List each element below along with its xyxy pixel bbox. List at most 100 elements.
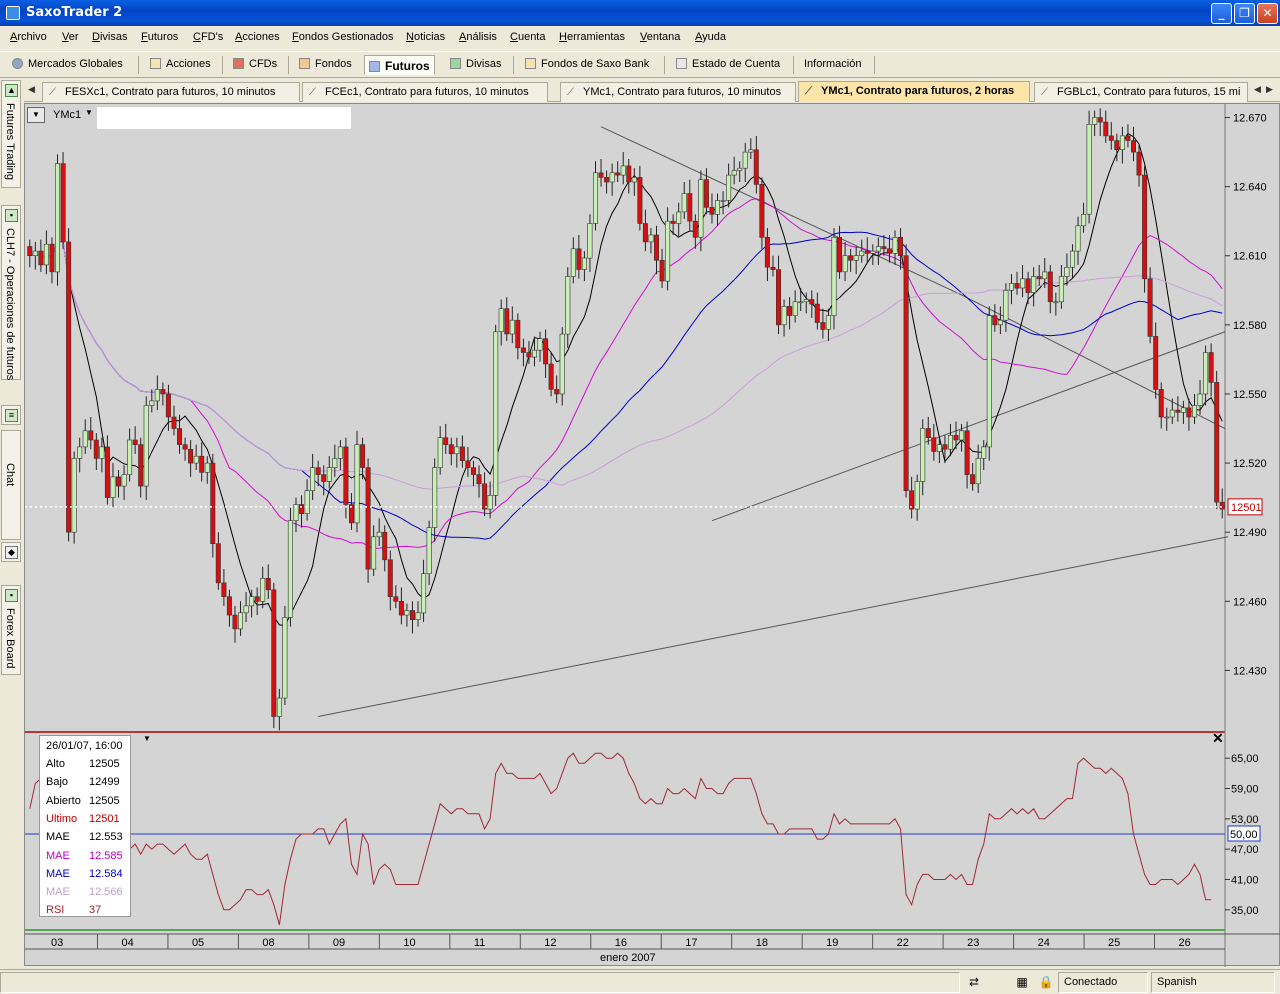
- menu-fondos-gestionados[interactable]: Fondos Gestionados: [292, 31, 394, 43]
- forex-icon: [450, 58, 461, 69]
- toolbar-futuros[interactable]: Futuros: [364, 55, 435, 75]
- candle-body: [798, 301, 804, 304]
- candle-body: [315, 467, 321, 475]
- rsi-tick-label: 35,00: [1231, 905, 1259, 917]
- candle-body: [1014, 283, 1020, 289]
- toolbar-separator: [513, 56, 514, 74]
- window-title: SaxoTrader 2: [26, 5, 123, 20]
- funds-icon: [299, 58, 310, 69]
- menu-cuenta[interactable]: Cuenta: [510, 31, 545, 43]
- menu-futuros[interactable]: Futuros: [141, 31, 178, 43]
- rsi-tick-label: 53,00: [1231, 814, 1259, 826]
- toolbar-fondos-saxo[interactable]: Fondos de Saxo Bank: [521, 55, 653, 75]
- toolbar-fondos[interactable]: Fondos: [295, 55, 356, 75]
- candle-body: [271, 589, 277, 717]
- rsi-tick-label: 59,00: [1231, 784, 1259, 796]
- candle-body: [387, 559, 393, 597]
- x-day-label: 26: [1179, 937, 1191, 949]
- tab-scroll-left-icon[interactable]: ◀: [1252, 84, 1263, 97]
- toolbar-estado-cuenta[interactable]: Estado de Cuenta: [672, 55, 784, 75]
- candle-body: [459, 446, 465, 461]
- toolbar-acciones[interactable]: Acciones: [146, 55, 215, 75]
- menu-analisis[interactable]: Análisis: [459, 31, 497, 43]
- candle-body: [881, 246, 887, 250]
- toolbar-separator: [664, 56, 665, 74]
- tab-scroll-right-icon[interactable]: ▶: [1264, 84, 1275, 97]
- candle-body: [393, 596, 399, 602]
- tab-fcec1[interactable]: ⟋ FCEc1, Contrato para futuros, 10 minuto…: [302, 82, 548, 102]
- candle-body: [970, 474, 976, 485]
- menu-cfds[interactable]: CFD's: [193, 31, 223, 43]
- dock-forex-board[interactable]: ▪ Forex Board: [1, 585, 21, 675]
- tab-ymc1-2h[interactable]: ⟋ YMc1, Contrato para futuros, 2 horas: [798, 81, 1030, 102]
- symbol-dropdown-icon[interactable]: ▼: [85, 108, 93, 117]
- close-indicator-icon[interactable]: ✕: [1212, 730, 1224, 747]
- data-window-row: Ultimo 12501: [46, 813, 130, 831]
- data-window-dropdown-icon[interactable]: ▼: [143, 734, 151, 743]
- tab-scroll-left-icon[interactable]: ◀: [26, 84, 37, 97]
- candle-body: [709, 207, 715, 215]
- chart-menu-button[interactable]: ▼: [27, 107, 45, 123]
- book-icon: ◆: [5, 546, 18, 559]
- toolbar-separator: [793, 56, 794, 74]
- data-window-value: 12.553: [89, 831, 123, 844]
- candle-body: [531, 349, 537, 358]
- candle-body: [254, 596, 260, 602]
- candle-body: [626, 165, 632, 183]
- toolbar-informacion[interactable]: Información: [800, 55, 865, 75]
- menu-divisas[interactable]: Divisas: [92, 31, 127, 43]
- minimize-button[interactable]: _: [1211, 3, 1232, 24]
- candle-body: [1036, 276, 1042, 280]
- toolbar-separator: [874, 56, 875, 74]
- toolbar-divisas[interactable]: Divisas: [446, 55, 505, 75]
- dock-label: Futures Trading: [4, 103, 16, 181]
- chart-panel[interactable]: 12501 12.670 12.640 12.610 12.580 12.550 12.52…: [24, 103, 1280, 967]
- data-window-row: MAE 12.585: [46, 850, 130, 868]
- tab-fesxc1[interactable]: ⟋ FESXc1, Contrato para futuros, 10 minut…: [42, 82, 300, 102]
- menu-acciones[interactable]: Acciones: [235, 31, 280, 43]
- dock-tools[interactable]: ≡: [1, 405, 21, 425]
- dock-chat[interactable]: Chat: [1, 430, 21, 540]
- title-bar: SaxoTrader 2 _ ❐ ✕: [0, 0, 1280, 26]
- candle-body: [1031, 276, 1037, 293]
- candle-body: [99, 446, 105, 459]
- dock-book[interactable]: ◆: [1, 542, 21, 562]
- close-button[interactable]: ✕: [1257, 3, 1278, 24]
- x-day-label: 16: [615, 937, 627, 949]
- candle-body: [1081, 214, 1087, 227]
- candle-body: [437, 437, 443, 468]
- dock-label: Forex Board: [4, 608, 16, 669]
- menu-archivo[interactable]: Archivo: [10, 31, 47, 43]
- candle-body: [476, 474, 482, 485]
- candle-body: [27, 246, 33, 256]
- candle-body: [149, 400, 155, 406]
- data-window-value: 12501: [89, 812, 120, 825]
- chart-icon: ⟋: [49, 87, 56, 98]
- menu-herramientas[interactable]: Herramientas: [559, 31, 625, 43]
- menu-ayuda[interactable]: Ayuda: [695, 31, 726, 43]
- dock-futures-trading[interactable]: ▲ Futures Trading: [1, 80, 21, 188]
- symbol-label[interactable]: YMc1: [53, 109, 81, 121]
- data-window-value: 12.584: [89, 867, 123, 880]
- price-chart[interactable]: 12501 12.670 12.640 12.610 12.580 12.550 12.52…: [25, 104, 1280, 967]
- rsi-tick-label: 47,00: [1231, 844, 1259, 856]
- menu-ventana[interactable]: Ventana: [640, 31, 680, 43]
- candle-body: [515, 319, 521, 349]
- candle-body: [60, 163, 66, 243]
- tab-fgblc1[interactable]: ⟋ FGBLc1, Contrato para futuros, 15 mi: [1034, 82, 1248, 102]
- candle-body: [914, 481, 920, 510]
- data-window-label: MAE: [46, 849, 70, 862]
- toolbar-cfds[interactable]: CFDs: [229, 55, 281, 75]
- language-status: Spanish: [1151, 972, 1275, 993]
- data-window-label: RSI: [46, 904, 65, 917]
- candle-body: [587, 223, 593, 259]
- menu-ver[interactable]: Ver: [62, 31, 79, 43]
- menu-noticias[interactable]: Noticias: [406, 31, 445, 43]
- x-day-label: 08: [262, 937, 274, 949]
- symbol-search-input[interactable]: [97, 107, 351, 129]
- chart-icon: ⟋: [1041, 87, 1048, 98]
- maximize-button[interactable]: ❐: [1234, 3, 1255, 24]
- tab-ymc1-10min[interactable]: ⟋ YMc1, Contrato para futuros, 10 minutos: [560, 82, 796, 102]
- dock-clh7-operaciones[interactable]: ▪ CLH7 - Operaciones de futuros: [1, 205, 21, 380]
- toolbar-mercados-globales[interactable]: Mercados Globales: [8, 55, 127, 75]
